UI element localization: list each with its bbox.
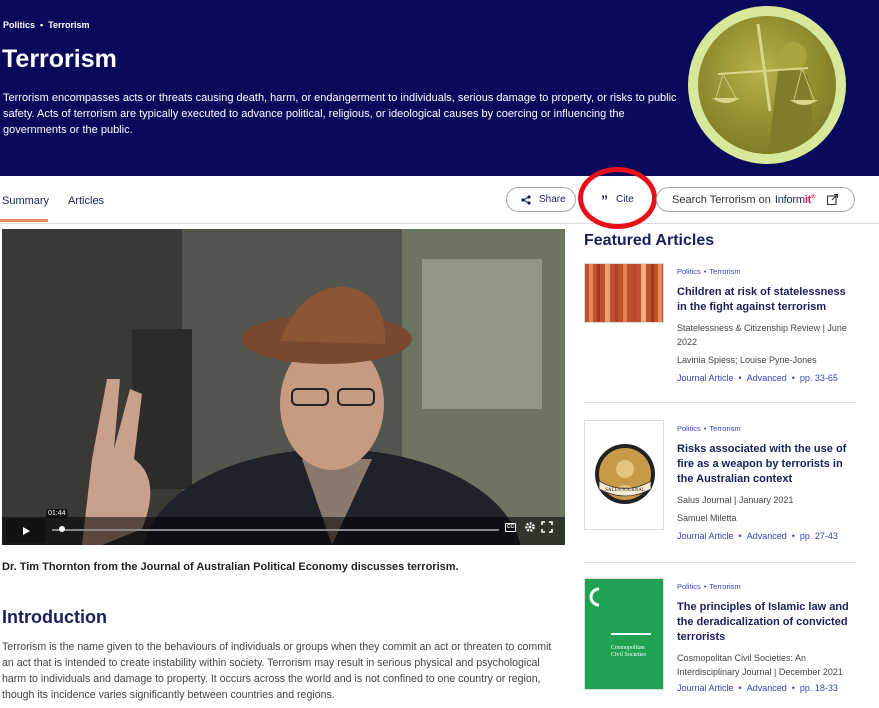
video-timecode: 01:44 xyxy=(46,509,68,518)
article-meta: Journal Article • Advanced • pp. 18-33 xyxy=(677,683,838,693)
tag-politics[interactable]: Politics xyxy=(677,267,701,276)
share-icon xyxy=(521,194,531,205)
gear-icon[interactable] xyxy=(524,521,536,533)
justice-scales-image xyxy=(688,6,846,164)
video-progress-handle[interactable] xyxy=(59,526,65,532)
active-tab-indicator xyxy=(0,219,48,222)
svg-text:Cosmopolitan: Cosmopolitan xyxy=(611,645,645,651)
video-controls-bar xyxy=(2,517,565,545)
article-meta: Journal Article • Advanced • pp. 33-65 xyxy=(677,373,838,383)
article-authors: Lavinia Spiess; Louise Pyne-Jones xyxy=(677,355,817,365)
breadcrumb-separator: • xyxy=(40,20,44,30)
featured-article-card[interactable]: Cosmopolitan Civil Societies Politics • T… xyxy=(584,578,856,708)
article-tags: Politics • Terrorism xyxy=(677,582,741,591)
play-button[interactable] xyxy=(6,519,46,543)
svg-text:Civil Societies: Civil Societies xyxy=(611,652,647,658)
video-progress-bar[interactable] xyxy=(52,529,499,531)
video-caption: Dr. Tim Thornton from the Journal of Aus… xyxy=(2,561,459,573)
cite-button[interactable]: ” Cite xyxy=(588,187,648,212)
search-informit-button[interactable]: Search Terrorism on Informit® xyxy=(656,187,855,212)
article-thumbnail: SALUS JOURNAL xyxy=(584,420,664,530)
svg-text:SALUS JOURNAL: SALUS JOURNAL xyxy=(605,488,645,493)
tag-politics[interactable]: Politics xyxy=(677,582,701,591)
quote-icon: ” xyxy=(601,191,608,208)
tag-terrorism[interactable]: Terrorism xyxy=(709,267,740,276)
tab-summary[interactable]: Summary xyxy=(2,195,49,207)
article-authors: Samuel Miletta xyxy=(677,513,737,523)
featured-article-card[interactable]: SALUS JOURNAL Politics • Terrorism Risks … xyxy=(584,420,856,560)
share-button[interactable]: Share xyxy=(506,187,576,212)
featured-articles-heading: Featured Articles xyxy=(584,232,715,249)
article-title[interactable]: The principles of Islamic law and the de… xyxy=(677,600,857,645)
breadcrumb-politics[interactable]: Politics xyxy=(3,20,35,30)
article-thumbnail xyxy=(584,263,664,323)
article-tags: Politics • Terrorism xyxy=(677,267,741,276)
page-description: Terrorism encompasses acts or threats ca… xyxy=(3,92,677,136)
video-player[interactable]: 01:44 CC xyxy=(2,229,565,545)
featured-article-card[interactable]: Politics • Terrorism Children at risk of … xyxy=(584,263,856,403)
article-tags: Politics • Terrorism xyxy=(677,424,741,433)
tag-terrorism[interactable]: Terrorism xyxy=(709,424,740,433)
closed-captions-icon[interactable]: CC xyxy=(505,523,516,532)
tab-articles[interactable]: Articles xyxy=(68,195,104,207)
search-informit-label: Search Terrorism on xyxy=(672,193,771,206)
article-source: Salus Journal | January 2021 xyxy=(677,495,794,505)
article-source: Cosmopolitan Civil Societies: An Interdi… xyxy=(677,653,843,677)
informit-logo: Informit® xyxy=(774,193,816,206)
external-link-icon xyxy=(827,194,839,205)
fullscreen-icon[interactable] xyxy=(541,521,553,533)
tag-politics[interactable]: Politics xyxy=(677,424,701,433)
page-header: Politics • Terrorism Terrorism Terrorism… xyxy=(0,0,879,176)
divider xyxy=(584,562,856,563)
article-title[interactable]: Children at risk of statelessness in the… xyxy=(677,285,857,315)
article-thumbnail: Cosmopolitan Civil Societies xyxy=(584,578,664,690)
article-meta: Journal Article • Advanced • pp. 27-43 xyxy=(677,531,838,541)
article-title[interactable]: Risks associated with the use of fire as… xyxy=(677,442,857,487)
share-label: Share xyxy=(539,194,566,205)
introduction-text: Terrorism is the name given to the behav… xyxy=(2,641,552,701)
page-title: Terrorism xyxy=(2,45,117,73)
divider xyxy=(584,402,856,403)
tag-terrorism[interactable]: Terrorism xyxy=(709,582,740,591)
breadcrumb-terrorism[interactable]: Terrorism xyxy=(48,20,89,30)
video-frame xyxy=(2,229,565,545)
cite-label: Cite xyxy=(616,194,634,205)
play-icon xyxy=(23,527,30,535)
introduction-heading: Introduction xyxy=(2,607,107,627)
article-source: Statelessness & Citizenship Review | Jun… xyxy=(677,323,847,347)
breadcrumb: Politics • Terrorism xyxy=(3,20,90,30)
